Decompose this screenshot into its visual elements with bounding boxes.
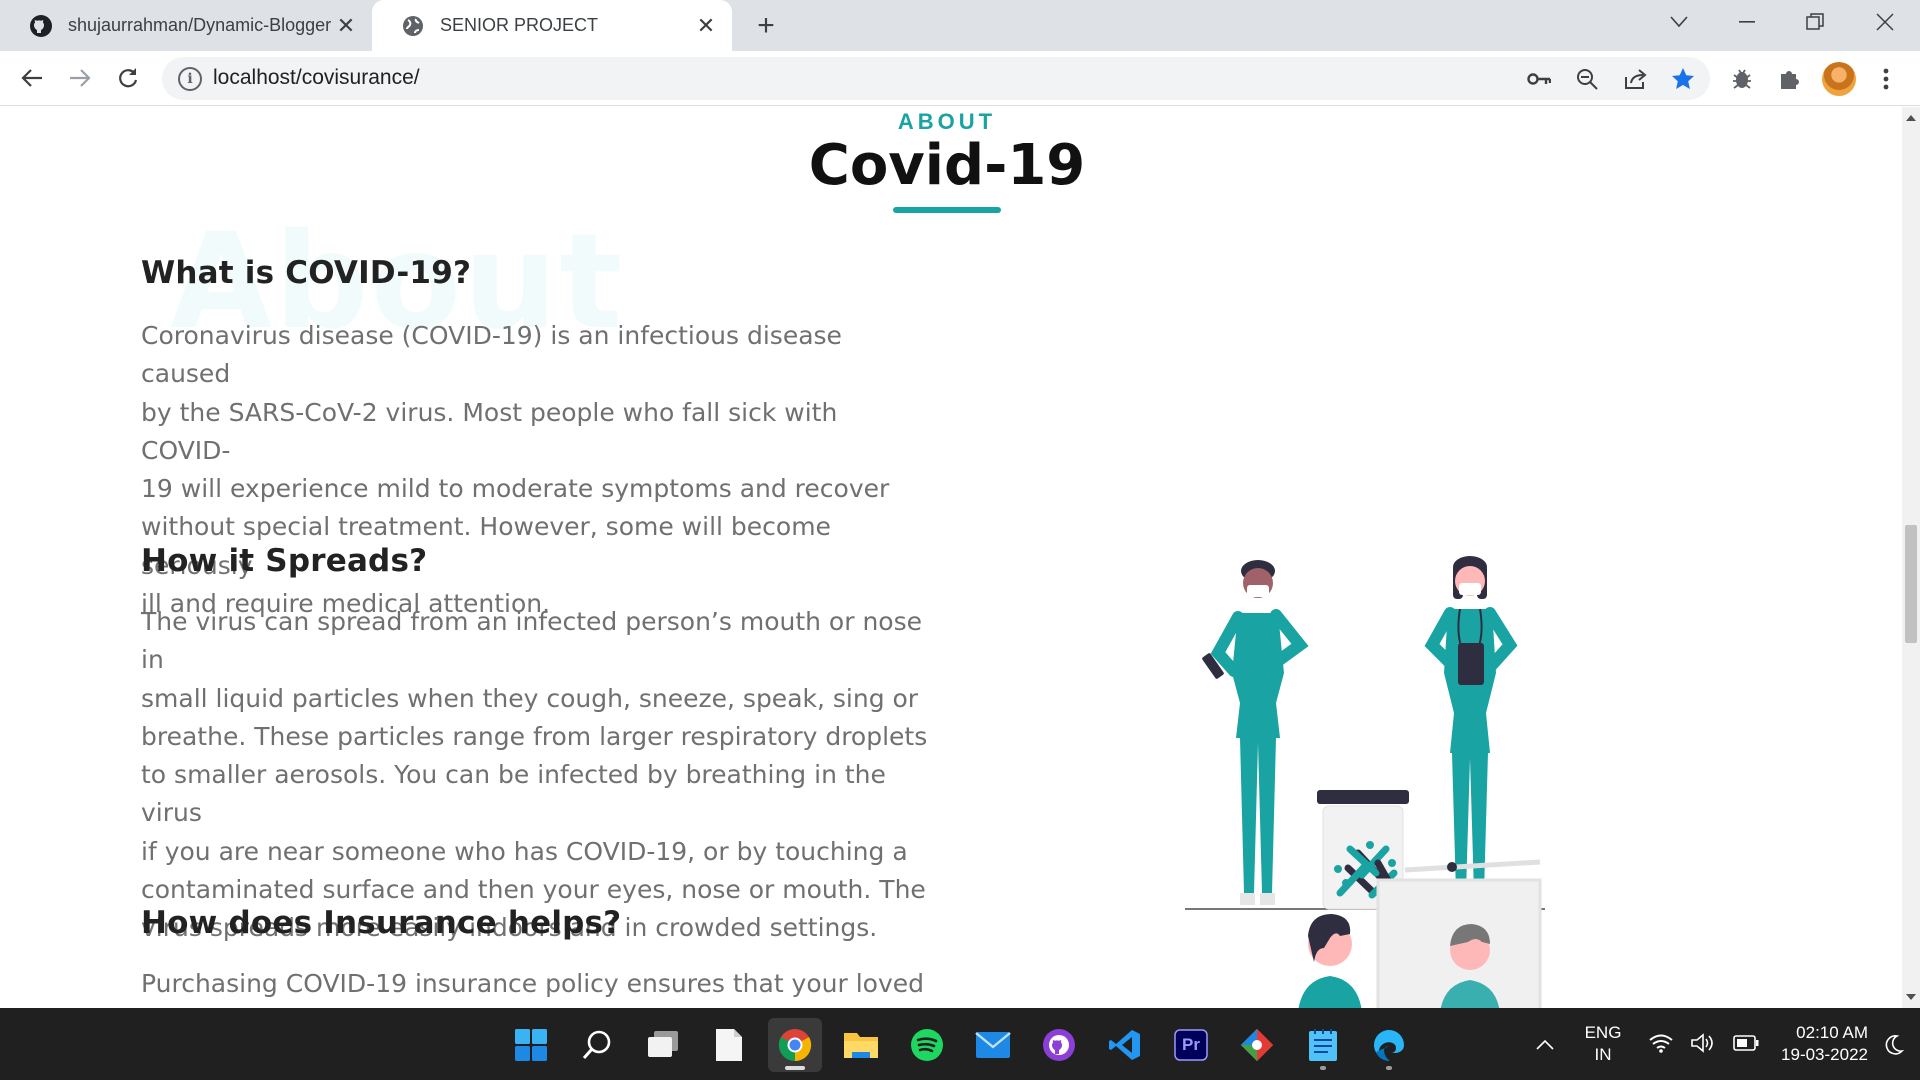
paragraph-line: 19 will experience mild to moderate symp…	[141, 474, 890, 504]
close-tab-icon[interactable]: ✕	[692, 12, 720, 40]
close-tab-icon[interactable]: ✕	[332, 12, 360, 40]
mail-icon[interactable]	[966, 1018, 1020, 1072]
clock-date: 19-03-2022	[1781, 1045, 1868, 1064]
password-key-icon[interactable]	[1524, 64, 1554, 94]
address-bar[interactable]: i localhost/covisurance/	[162, 57, 1710, 100]
premiere-pro-icon[interactable]: Pr	[1164, 1018, 1218, 1072]
section-eyebrow: ABOUT	[897, 109, 997, 134]
premiere-label: Pr	[1182, 1035, 1200, 1054]
tab-senior-project[interactable]: SENIOR PROJECT ✕	[372, 0, 732, 51]
wifi-icon	[1649, 1033, 1673, 1058]
section-what-is-covid: What is COVID-19?	[141, 255, 931, 291]
paragraph-line: contaminated surface and then your eyes,…	[141, 875, 926, 905]
doctor-left	[1202, 560, 1309, 905]
scrollbar-thumb[interactable]	[1905, 525, 1917, 643]
git-icon[interactable]	[1230, 1018, 1284, 1072]
page-viewport: About ABOUT Covid-19 What is COVID-19? C…	[0, 107, 1902, 1008]
github-icon	[28, 13, 54, 39]
vscode-icon[interactable]	[1098, 1018, 1152, 1072]
back-button[interactable]	[12, 58, 52, 98]
paragraph-line: Coronavirus disease (COVID-19) is an inf…	[141, 321, 842, 389]
clock-time: 02:10 AM	[1796, 1023, 1868, 1042]
browser-toolbar: i localhost/covisurance/	[0, 51, 1920, 106]
url-text[interactable]: localhost/covisurance/	[213, 66, 420, 90]
spotify-icon[interactable]	[900, 1018, 954, 1072]
minimize-icon[interactable]	[1712, 0, 1782, 44]
tab-strip: shujaurrahman/Dynamic-Blogger ✕ SENIOR P…	[0, 0, 1920, 51]
paragraph-line: small liquid particles when they cough, …	[141, 683, 919, 713]
zoom-icon[interactable]	[1572, 64, 1602, 94]
language-code: ENG	[1584, 1023, 1622, 1042]
system-status-group[interactable]	[1640, 1018, 1768, 1072]
scroll-up-arrow[interactable]	[1906, 115, 1916, 121]
profile-avatar[interactable]	[1822, 62, 1856, 96]
input-language-indicator[interactable]: ENG IN	[1578, 1022, 1628, 1066]
clock[interactable]: 02:10 AM 19-03-2022	[1756, 1022, 1868, 1066]
bookmark-star-icon[interactable]	[1668, 64, 1698, 94]
bug-extension-icon[interactable]	[1726, 63, 1758, 95]
page-scrollbar[interactable]	[1902, 107, 1920, 1008]
show-hidden-icons-chevron-icon[interactable]	[1518, 1018, 1572, 1072]
paragraph-line: by the SARS-CoV-2 virus. Most people who…	[141, 397, 838, 465]
night-light-moon-icon[interactable]	[1874, 1018, 1914, 1072]
running-indicator	[785, 1066, 805, 1070]
section-heading: How does Insurance helps?	[141, 905, 622, 941]
paragraph-line: breathe. These particles range from larg…	[141, 721, 928, 751]
mirror-illustration	[1298, 859, 1542, 1008]
title-underline	[893, 207, 1001, 213]
running-indicator	[1386, 1066, 1392, 1070]
windows-taskbar: Pr ENG IN 02:10 AM 19-03-2022	[0, 1008, 1920, 1080]
tab-search-icon[interactable]	[1644, 0, 1714, 44]
reload-button[interactable]	[108, 58, 148, 98]
forward-button[interactable]	[60, 58, 100, 98]
paragraph-line: to smaller aerosols. You can be infected…	[141, 760, 886, 828]
globe-icon	[400, 13, 426, 39]
share-icon[interactable]	[1620, 64, 1650, 94]
new-tab-button[interactable]: +	[748, 8, 784, 44]
tab-title: SENIOR PROJECT	[440, 15, 599, 35]
tab-github[interactable]: shujaurrahman/Dynamic-Blogger ✕	[0, 0, 372, 51]
restore-icon[interactable]	[1780, 0, 1850, 44]
paragraph-line: The virus can spread from an infected pe…	[141, 607, 922, 675]
paragraph-line: Purchasing COVID-19 insurance policy ens…	[141, 969, 925, 998]
running-indicator	[1320, 1066, 1326, 1070]
notepad-icon[interactable]	[1296, 1018, 1350, 1072]
volume-icon	[1691, 1032, 1715, 1058]
chrome-icon[interactable]	[768, 1018, 822, 1072]
file-icon[interactable]	[702, 1018, 756, 1072]
section-paragraph: The virus can spread from an infected pe…	[141, 603, 931, 948]
task-view-icon[interactable]	[636, 1018, 690, 1072]
section-how-it-spreads: How it Spreads?	[141, 543, 931, 579]
file-explorer-icon[interactable]	[834, 1018, 888, 1072]
extensions-puzzle-icon[interactable]	[1774, 63, 1806, 95]
region-code: IN	[1594, 1045, 1612, 1064]
windows-start-icon[interactable]	[504, 1018, 558, 1072]
tab-title: shujaurrahman/Dynamic-Blogger	[68, 15, 332, 35]
section-insurance-helps: How does Insurance helps?	[141, 905, 931, 941]
github-desktop-icon[interactable]	[1032, 1018, 1086, 1072]
close-window-icon[interactable]	[1850, 0, 1920, 44]
paragraph-line: if you are near someone who has COVID-19…	[141, 836, 908, 866]
search-icon[interactable]	[570, 1018, 624, 1072]
site-info-icon[interactable]: i	[178, 67, 202, 91]
section-paragraph: Purchasing COVID-19 insurance policy ens…	[141, 965, 931, 1003]
menu-kebab-icon[interactable]	[1870, 63, 1902, 95]
section-heading: What is COVID-19?	[141, 255, 472, 291]
page-title: Covid-19	[808, 133, 1086, 198]
section-heading: How it Spreads?	[141, 543, 428, 579]
edge-dev-icon[interactable]	[1362, 1018, 1416, 1072]
scroll-down-arrow[interactable]	[1906, 994, 1916, 1000]
